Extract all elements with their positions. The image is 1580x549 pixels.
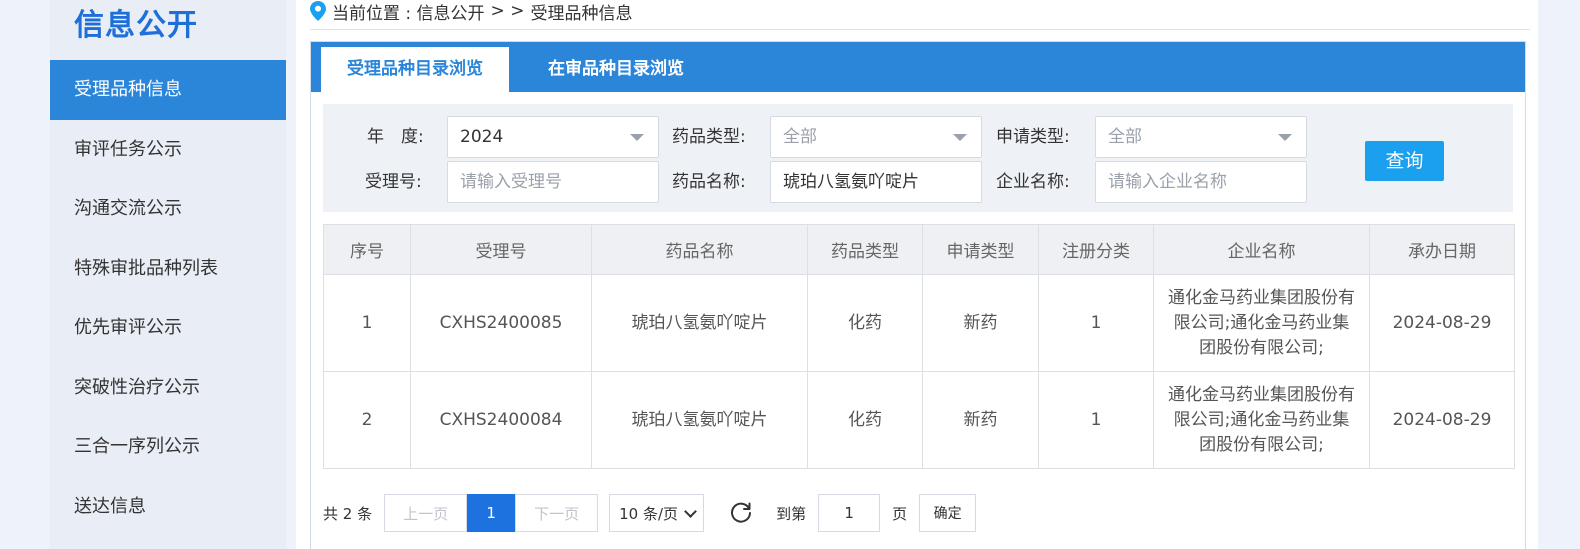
- apply-type-select-value: 全部: [1108, 127, 1142, 147]
- breadcrumb-current: 受理品种信息: [530, 3, 633, 24]
- chevron-down-icon: [684, 505, 697, 518]
- cell-apply-type: 新药: [922, 274, 1039, 372]
- cell-date: 2024-08-29: [1369, 274, 1515, 372]
- column-header: 申请类型: [922, 224, 1039, 275]
- sidebar-item-review-tasks[interactable]: 审评任务公示: [50, 120, 286, 180]
- cell-date: 2024-08-29: [1369, 371, 1515, 469]
- column-header: 序号: [323, 224, 411, 275]
- breadcrumb: 当前位置 : 信息公开 > > 受理品种信息: [310, 0, 633, 24]
- query-button[interactable]: 查询: [1365, 141, 1444, 181]
- sidebar-item-communication[interactable]: 沟通交流公示: [50, 179, 286, 239]
- sidebar-item-breakthrough-therapy[interactable]: 突破性治疗公示: [50, 358, 286, 418]
- tab-bar: 受理品种目录浏览 在审品种目录浏览: [311, 42, 1525, 92]
- column-header: 药品类型: [807, 224, 923, 275]
- cell-drug-name: 琥珀八氢氨吖啶片: [591, 371, 808, 469]
- sidebar-item-priority-review[interactable]: 优先审评公示: [50, 298, 286, 358]
- next-page-button[interactable]: 下一页: [515, 494, 599, 532]
- total-count: 共 2 条: [323, 504, 373, 523]
- cell-reg-class: 1: [1038, 274, 1154, 372]
- drug-name-label: 药品名称:: [672, 172, 746, 192]
- sidebar-item-special-approval[interactable]: 特殊审批品种列表: [50, 239, 286, 299]
- table-row[interactable]: 2 CXHS2400084 琥珀八氢氨吖啶片 化药 新药 1 通化金马药业集团股…: [323, 371, 1515, 469]
- year-select-value: 2024: [460, 127, 504, 147]
- tab-accepted-catalog[interactable]: 受理品种目录浏览: [321, 47, 509, 92]
- results-table: 序号 受理号 药品名称 药品类型 申请类型 注册分类 企业名称 承办日期 1 C…: [323, 224, 1515, 469]
- goto-page-input[interactable]: 1: [818, 494, 881, 532]
- caret-down-icon: [953, 134, 967, 141]
- page-size-select[interactable]: 10 条/页: [609, 494, 705, 532]
- table-header-row: 序号 受理号 药品名称 药品类型 申请类型 注册分类 企业名称 承办日期: [323, 224, 1515, 275]
- year-select[interactable]: 2024: [447, 116, 659, 158]
- pagination: 共 2 条 上一页 1 下一页 10 条/页 到第 1 页 确定: [323, 494, 977, 532]
- drug-type-label: 药品类型:: [672, 127, 746, 147]
- column-header: 承办日期: [1369, 224, 1515, 275]
- cell-accept-no: CXHS2400084: [410, 371, 592, 469]
- page-number-button[interactable]: 1: [467, 494, 516, 532]
- column-header: 企业名称: [1153, 224, 1370, 275]
- cell-reg-class: 1: [1038, 371, 1154, 469]
- breadcrumb-divider: [310, 29, 1530, 30]
- drug-type-select-value: 全部: [783, 127, 817, 147]
- column-header: 药品名称: [591, 224, 808, 275]
- cell-drug-type: 化药: [807, 274, 923, 372]
- apply-type-label: 申请类型:: [996, 127, 1070, 147]
- sidebar-title: 信息公开: [74, 8, 198, 43]
- goto-label: 到第: [776, 504, 807, 523]
- cell-company: 通化金马药业集团股份有限公司;通化金马药业集团股份有限公司;: [1153, 274, 1370, 372]
- page-unit-label: 页: [892, 504, 908, 523]
- breadcrumb-separator: > >: [490, 1, 525, 21]
- refresh-icon[interactable]: [728, 500, 754, 526]
- cell-accept-no: CXHS2400085: [410, 274, 592, 372]
- accept-no-label: 受理号:: [365, 172, 422, 192]
- accept-no-input[interactable]: 请输入受理号: [447, 161, 659, 203]
- sidebar-item-delivery-info[interactable]: 送达信息: [50, 477, 286, 537]
- table-row[interactable]: 1 CXHS2400085 琥珀八氢氨吖啶片 化药 新药 1 通化金马药业集团股…: [323, 274, 1515, 372]
- cell-index: 1: [323, 274, 411, 372]
- location-pin-icon: [310, 1, 326, 21]
- column-header: 注册分类: [1038, 224, 1154, 275]
- cell-company: 通化金马药业集团股份有限公司;通化金马药业集团股份有限公司;: [1153, 371, 1370, 469]
- caret-down-icon: [630, 134, 644, 141]
- drug-name-input[interactable]: 琥珀八氢氨吖啶片: [770, 161, 982, 203]
- company-input[interactable]: 请输入企业名称: [1095, 161, 1307, 203]
- caret-down-icon: [1278, 134, 1292, 141]
- column-header: 受理号: [410, 224, 592, 275]
- sidebar: 信息公开 受理品种信息 审评任务公示 沟通交流公示 特殊审批品种列表 优先审评公…: [50, 0, 286, 549]
- cell-index: 2: [323, 371, 411, 469]
- sidebar-item-three-in-one[interactable]: 三合一序列公示: [50, 417, 286, 477]
- drug-type-select[interactable]: 全部: [770, 116, 982, 158]
- main-content: 当前位置 : 信息公开 > > 受理品种信息 受理品种目录浏览 在审品种目录浏览…: [296, 0, 1538, 549]
- sidebar-item-accepted-varieties[interactable]: 受理品种信息: [50, 60, 286, 120]
- page-size-value: 10 条/页: [619, 504, 679, 523]
- breadcrumb-prefix[interactable]: 当前位置 : 信息公开: [332, 0, 485, 24]
- tab-in-review-catalog[interactable]: 在审品种目录浏览: [526, 47, 706, 92]
- company-label: 企业名称:: [996, 172, 1070, 192]
- cell-apply-type: 新药: [922, 371, 1039, 469]
- confirm-button[interactable]: 确定: [919, 494, 977, 532]
- apply-type-select[interactable]: 全部: [1095, 116, 1307, 158]
- cell-drug-name: 琥珀八氢氨吖啶片: [591, 274, 808, 372]
- filter-form: 年 度: 2024 药品类型: 全部 申请类型: 全部 查询 受理号: 请输入受…: [323, 104, 1513, 212]
- content-panel: 受理品种目录浏览 在审品种目录浏览 年 度: 2024 药品类型: 全部 申请类…: [310, 41, 1526, 549]
- prev-page-button[interactable]: 上一页: [384, 494, 468, 532]
- cell-drug-type: 化药: [807, 371, 923, 469]
- year-label: 年 度:: [367, 127, 424, 147]
